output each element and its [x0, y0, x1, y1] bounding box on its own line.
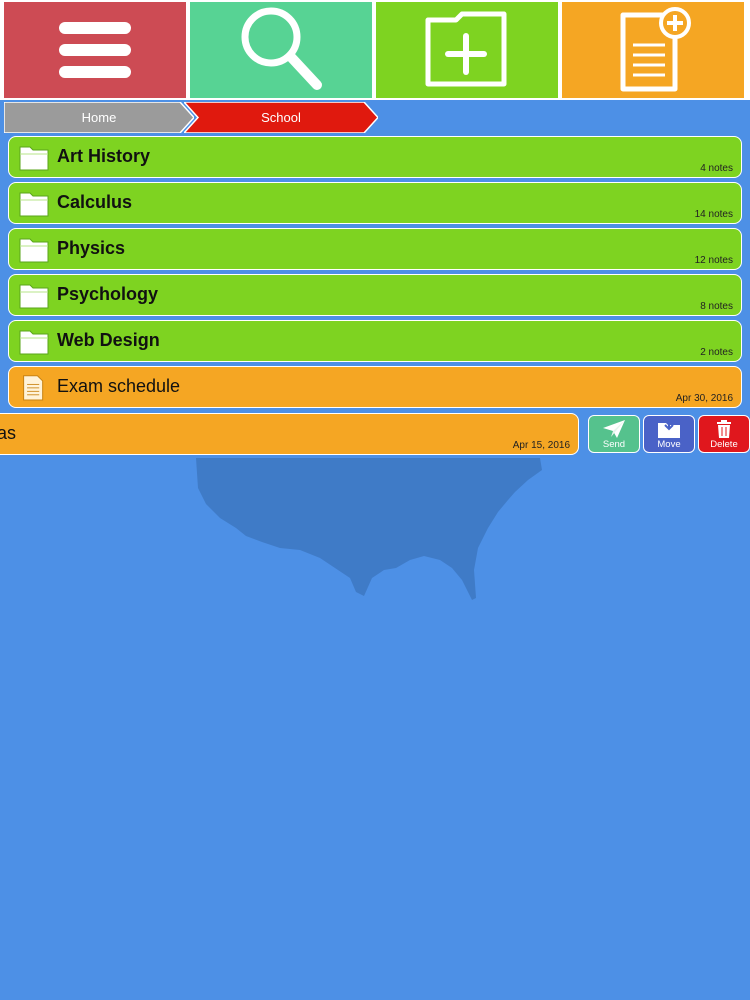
- folder-plus-icon: [425, 11, 507, 87]
- note-date: Apr 15, 2016: [512, 440, 570, 451]
- note-title: Exam schedule: [57, 376, 181, 396]
- delete-label: Delete: [710, 439, 738, 450]
- new-note-button[interactable]: [562, 2, 744, 98]
- folder-title: Web Design: [57, 330, 160, 350]
- folder-title: Art History: [57, 146, 151, 166]
- folder-row-physics[interactable]: Physics 12 notes: [8, 228, 742, 270]
- note-title: as: [0, 423, 17, 443]
- note-plus-icon: [620, 7, 691, 92]
- folder-icon: [19, 284, 49, 309]
- folder-title: Calculus: [57, 192, 133, 212]
- folder-row-web-design[interactable]: Web Design 2 notes: [8, 320, 742, 362]
- note-row-swiped[interactable]: as Apr 15, 2016: [0, 413, 579, 455]
- note-count: 12 notes: [694, 255, 733, 266]
- note-count: 2 notes: [700, 347, 733, 358]
- breadcrumb-school[interactable]: School: [184, 102, 378, 133]
- breadcrumb-home-label: Home: [81, 110, 117, 125]
- hamburger-icon: [59, 22, 131, 78]
- note-count: 14 notes: [694, 209, 733, 220]
- menu-button[interactable]: [4, 2, 186, 98]
- magnifier-icon: [241, 7, 322, 90]
- delete-button[interactable]: Delete: [698, 415, 750, 453]
- folder-icon: [19, 330, 49, 355]
- folder-title: Psychology: [57, 284, 159, 304]
- search-button[interactable]: [190, 2, 372, 98]
- send-label: Send: [602, 439, 626, 450]
- send-button[interactable]: Send: [588, 415, 640, 453]
- folder-row-calculus[interactable]: Calculus 14 notes: [8, 182, 742, 224]
- folder-icon: [19, 146, 49, 171]
- folder-row-psychology[interactable]: Psychology 8 notes: [8, 274, 742, 316]
- note-date: Apr 30, 2016: [675, 393, 733, 404]
- folder-icon: [19, 192, 49, 217]
- note-count: 4 notes: [700, 163, 733, 174]
- folder-title: Physics: [57, 238, 126, 258]
- folder-row-art-history[interactable]: Art History 4 notes: [8, 136, 742, 178]
- folder-move-icon: [658, 419, 680, 438]
- note-count: 8 notes: [700, 301, 733, 312]
- note-icon: [23, 375, 44, 401]
- paper-plane-icon: [603, 420, 625, 438]
- breadcrumb-school-label: School: [261, 110, 301, 125]
- toolbar: [0, 0, 750, 100]
- move-button[interactable]: Move: [643, 415, 695, 453]
- trash-icon: [717, 420, 731, 438]
- new-folder-button[interactable]: [376, 2, 558, 98]
- breadcrumb-home[interactable]: Home: [4, 102, 194, 133]
- move-label: Move: [657, 439, 681, 450]
- folder-icon: [19, 238, 49, 263]
- note-row-exam-schedule[interactable]: Exam schedule Apr 30, 2016: [8, 366, 742, 408]
- breadcrumb: Home School: [4, 102, 380, 133]
